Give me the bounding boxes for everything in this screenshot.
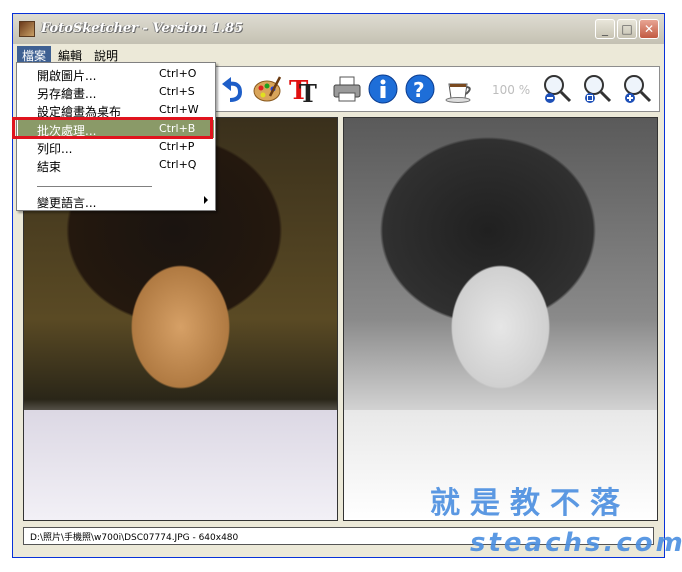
menu-item-open-image[interactable]: 開啟圖片... Ctrl+O [18,65,214,83]
text-tool-icon[interactable]: T T [288,74,318,104]
original-photo-shirt [24,410,337,520]
help-icon[interactable]: ? [405,74,435,104]
zoom-out-icon[interactable] [542,74,572,104]
printer-icon[interactable] [332,74,362,104]
minimize-button[interactable]: _ [595,19,615,39]
zoom-fit-icon[interactable] [582,74,612,104]
watermark-chinese: 就是教不落 [430,486,630,521]
coffee-cup-icon[interactable] [444,74,474,104]
window-title: FotoSketcher - Version 1.85 [41,21,244,36]
watermark-url: steachs.com [470,528,682,558]
close-button[interactable]: ✕ [639,19,659,39]
app-icon[interactable] [19,21,35,37]
menu-item-save-drawing[interactable]: 另存繪畫... Ctrl+S [18,83,214,101]
menu-item-print[interactable]: 列印... Ctrl+P [18,138,214,156]
title-bar[interactable]: FotoSketcher - Version 1.85 _ □ ✕ [13,14,664,45]
menu-separator [37,186,152,187]
maximize-button[interactable]: □ [617,19,637,39]
menu-bar: 檔案 編輯 說明 [13,44,664,65]
zoom-in-icon[interactable] [622,74,652,104]
svg-text:T: T [299,79,317,104]
submenu-arrow-icon [204,196,208,204]
palette-icon[interactable] [252,74,282,104]
sketch-preview [343,117,658,521]
info-icon[interactable] [368,74,398,104]
zoom-level: 100 % [492,83,531,97]
undo-icon[interactable] [218,74,248,104]
highlight-annotation-box [12,117,213,139]
menu-item-change-language[interactable]: 變更語言... [18,192,214,210]
menu-item-exit[interactable]: 結束 Ctrl+Q [18,156,214,174]
svg-text:?: ? [413,78,425,102]
